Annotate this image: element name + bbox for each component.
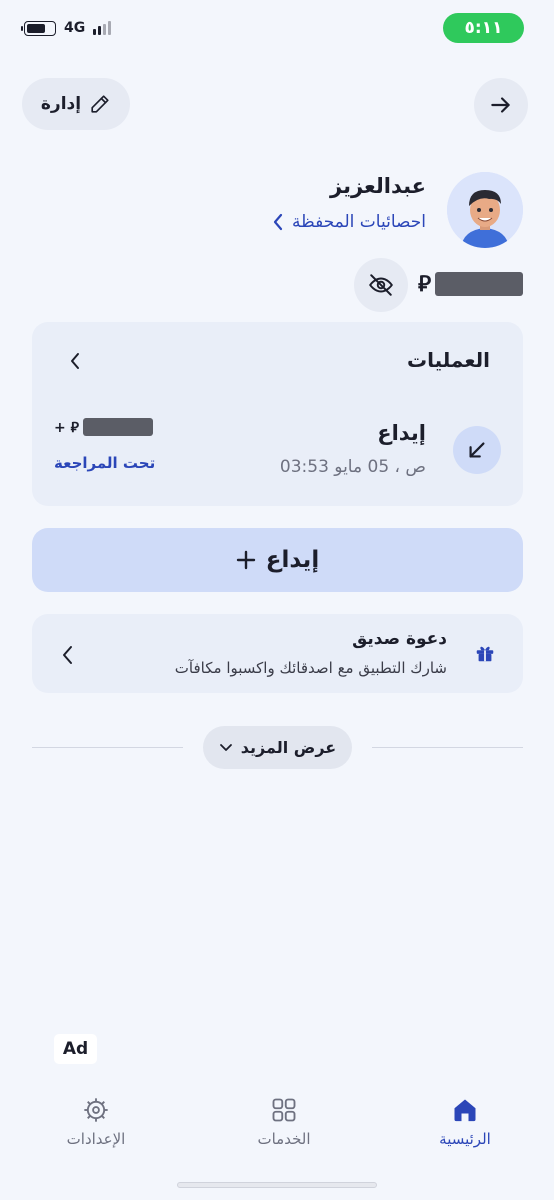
transaction-amount: + ⃁	[54, 418, 153, 436]
deposit-arrow-icon	[453, 426, 501, 474]
invite-subtitle: شارك التطبيق مع اصدقائك واكسبوا مكافآت	[174, 659, 447, 677]
transaction-status: تحت المراجعة	[54, 454, 156, 472]
nav-settings[interactable]: الإعدادات	[36, 1096, 156, 1148]
nav-home[interactable]: الرئيسية	[405, 1096, 525, 1148]
pencil-icon	[91, 95, 109, 113]
invite-friend-card[interactable]	[32, 614, 523, 693]
avatar[interactable]	[447, 172, 523, 248]
deposit-button-label: إيداع	[265, 547, 320, 573]
manage-button[interactable]: إدارة	[22, 78, 130, 130]
gift-icon	[474, 642, 496, 668]
user-name: عبدالعزيز	[330, 174, 426, 198]
nav-services[interactable]: الخدمات	[224, 1096, 344, 1148]
home-icon	[454, 1099, 476, 1122]
gear-icon	[84, 1098, 108, 1122]
deposit-button[interactable]: إيداع	[32, 528, 523, 592]
wallet-stats-link[interactable]: احصائيات المحفظة	[272, 212, 426, 232]
toggle-balance-visibility-button[interactable]	[354, 258, 408, 312]
show-more-label: عرض المزيد	[240, 738, 337, 757]
manage-label: إدارة	[40, 94, 82, 114]
battery-icon	[21, 20, 56, 36]
plus-icon	[236, 550, 255, 570]
operations-title: العمليات	[407, 348, 490, 372]
chevron-left-icon	[273, 213, 283, 231]
wallet-stats-label: احصائيات المحفظة	[292, 212, 426, 232]
back-button[interactable]	[474, 78, 528, 132]
signal-icon	[93, 21, 112, 35]
nav-services-label: الخدمات	[257, 1130, 311, 1148]
balance-amount: ⃁	[418, 270, 524, 298]
hidden-amount-mask	[82, 418, 153, 436]
invite-chevron[interactable]	[60, 643, 76, 671]
transaction-amount-prefix: + ⃁	[54, 420, 79, 436]
divider-left	[32, 747, 183, 748]
status-time: ٥:١١	[443, 13, 524, 43]
currency-symbol: ⃁	[418, 272, 432, 297]
hidden-balance-mask	[435, 272, 524, 296]
home-indicator[interactable]	[177, 1182, 377, 1188]
operations-view-all-button[interactable]	[68, 350, 82, 376]
ad-badge[interactable]: Ad	[54, 1034, 97, 1064]
transaction-datetime: 03:53 ص ، 05 مايو	[279, 457, 426, 477]
arrow-right-icon	[491, 97, 510, 113]
eye-off-icon	[369, 274, 393, 296]
network-label: 4G	[64, 20, 86, 36]
nav-home-label: الرئيسية	[439, 1130, 491, 1148]
grid-icon	[272, 1098, 296, 1122]
show-more-button[interactable]: عرض المزيد	[203, 726, 352, 769]
invite-title: دعوة صديق	[352, 629, 447, 649]
nav-settings-label: الإعدادات	[66, 1130, 126, 1148]
divider-right	[372, 747, 523, 748]
chevron-left-icon	[71, 353, 79, 369]
chevron-down-icon	[219, 743, 232, 751]
chevron-left-icon	[63, 646, 72, 664]
transaction-title[interactable]: إيداع	[377, 421, 426, 445]
status-bar-left: 4G	[21, 20, 112, 36]
